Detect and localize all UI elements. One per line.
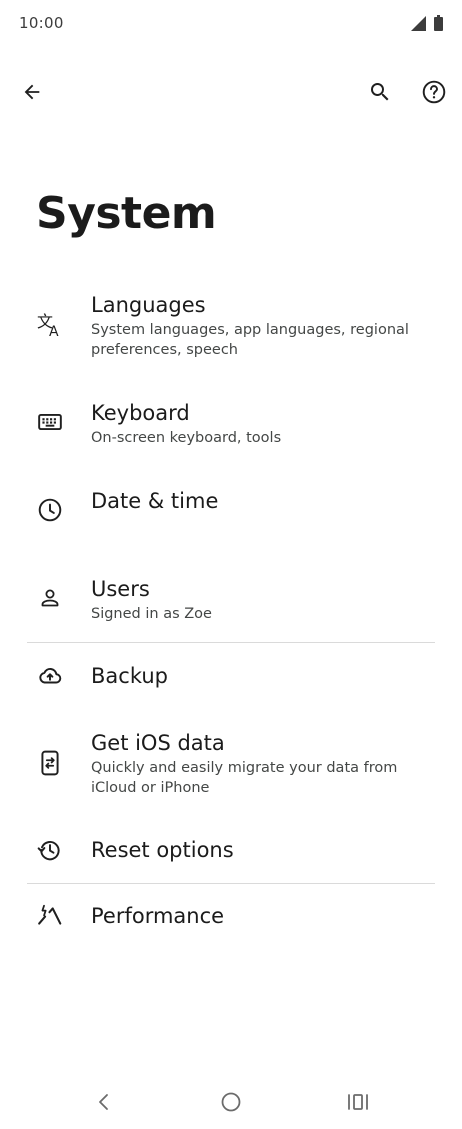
setting-get-ios-data[interactable]: Get iOS data Quickly and easily migrate … — [0, 718, 462, 814]
nav-back-button[interactable] — [88, 1086, 120, 1118]
setting-title: Date & time — [91, 489, 219, 513]
setting-keyboard[interactable]: Keyboard On-screen keyboard, tools — [0, 388, 462, 464]
setting-users[interactable]: Users Signed in as Zoe — [0, 564, 462, 640]
setting-title: Backup — [91, 664, 168, 688]
setting-title: Reset options — [91, 838, 234, 862]
help-circle-icon — [422, 80, 446, 104]
performance-icon — [36, 902, 64, 930]
svg-text:A: A — [49, 324, 59, 338]
setting-title: Performance — [91, 904, 225, 928]
status-bar: 10:00 — [0, 0, 462, 48]
setting-title: Get iOS data — [91, 731, 225, 755]
page-title: System — [36, 188, 217, 239]
setting-title: Users — [91, 577, 150, 601]
cloud-upload-icon — [36, 662, 64, 690]
setting-title: Languages — [91, 293, 206, 317]
status-time: 10:00 — [19, 14, 64, 32]
phone-transfer-icon — [36, 749, 64, 777]
nav-home-icon — [221, 1092, 241, 1112]
translate-icon: 文 A — [36, 310, 64, 338]
setting-languages[interactable]: 文 A Languages System languages, app lang… — [0, 280, 462, 376]
setting-subtitle: Quickly and easily migrate your data fro… — [91, 760, 398, 796]
nav-back-icon — [99, 1094, 108, 1110]
search-icon — [371, 83, 389, 101]
divider — [27, 883, 435, 884]
back-button[interactable] — [10, 70, 54, 114]
signal-icon — [411, 16, 426, 31]
screen: 10:00 System 文 A Languages System langua… — [0, 0, 462, 1129]
nav-recents-button[interactable] — [342, 1086, 374, 1118]
history-icon — [36, 836, 64, 864]
setting-subtitle: System languages, app languages, regiona… — [91, 322, 409, 358]
search-button[interactable] — [358, 70, 402, 114]
person-icon — [36, 584, 64, 612]
nav-recents-icon — [348, 1094, 368, 1110]
top-app-bar — [0, 64, 462, 120]
navigation-bar — [0, 1076, 462, 1129]
keyboard-icon — [36, 408, 64, 436]
setting-reset-options[interactable]: Reset options — [0, 824, 462, 880]
setting-date-time[interactable]: Date & time — [0, 476, 462, 552]
help-button[interactable] — [412, 70, 456, 114]
nav-home-button[interactable] — [215, 1086, 247, 1118]
setting-subtitle: Signed in as Zoe — [91, 606, 212, 622]
setting-performance[interactable]: Performance — [0, 890, 462, 946]
battery-icon — [434, 15, 443, 31]
clock-icon — [36, 496, 64, 524]
setting-backup[interactable]: Backup — [0, 650, 462, 706]
setting-subtitle: On-screen keyboard, tools — [91, 430, 282, 446]
setting-title: Keyboard — [91, 401, 190, 425]
arrow-left-icon — [24, 84, 40, 100]
divider — [27, 642, 435, 643]
